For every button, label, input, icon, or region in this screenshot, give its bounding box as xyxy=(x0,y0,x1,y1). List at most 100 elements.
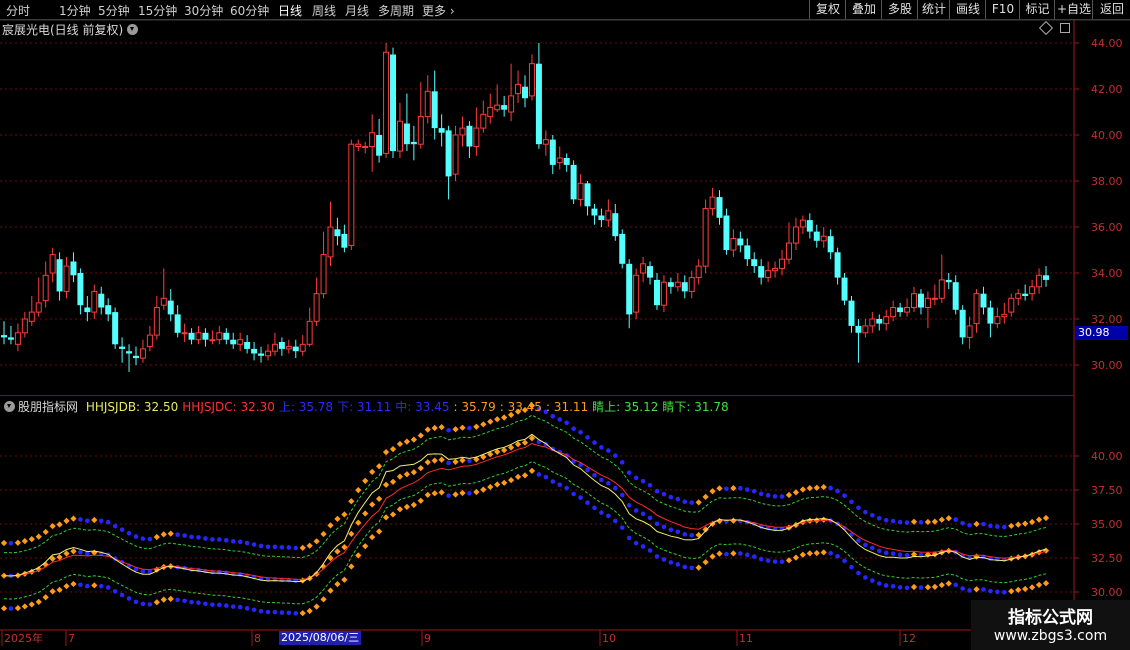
candle-body xyxy=(640,263,647,274)
candle-body xyxy=(827,236,834,253)
indicator-value: HHJSJDB: 32.50 xyxy=(85,400,179,414)
band-dot xyxy=(640,511,646,517)
candle-body xyxy=(237,339,244,345)
indicator-value: : 35.79 xyxy=(453,400,496,414)
band-dot xyxy=(557,482,563,488)
candle-body xyxy=(515,83,522,95)
band-dot xyxy=(78,549,83,555)
band-dot xyxy=(689,532,695,538)
band-dot xyxy=(494,481,501,488)
candle-body xyxy=(911,293,918,309)
band-dot xyxy=(765,558,771,563)
candle-body xyxy=(306,320,313,345)
candle-body xyxy=(952,282,959,310)
band-dot xyxy=(473,423,480,430)
candle-body xyxy=(917,293,924,308)
band-dot xyxy=(175,597,180,603)
band-dot xyxy=(119,592,125,598)
band-dot xyxy=(682,532,688,537)
band-dot xyxy=(751,488,757,494)
candle-body xyxy=(695,265,702,279)
candle-body xyxy=(876,319,883,324)
candle-body xyxy=(570,164,577,200)
band-dot xyxy=(654,521,660,527)
band-dot xyxy=(799,486,806,493)
indicator-dropdown-icon[interactable] xyxy=(4,401,15,412)
band-dot xyxy=(806,550,813,557)
band-dot xyxy=(452,426,459,433)
band-dot xyxy=(446,493,451,498)
band-dot xyxy=(738,485,743,491)
candle-body xyxy=(758,266,765,278)
x-tick-label: 12 xyxy=(902,632,916,645)
indicator-value: 上: 35.78 xyxy=(278,400,334,414)
band-dot xyxy=(904,552,910,558)
candle-body xyxy=(341,233,348,248)
band-dot xyxy=(480,486,487,493)
band-dot xyxy=(223,537,229,543)
band-dot xyxy=(521,472,529,479)
band-dot xyxy=(835,553,840,559)
band-dot xyxy=(1022,585,1029,593)
band-dot xyxy=(1015,521,1022,528)
candle-body xyxy=(473,127,480,148)
chart-canvas[interactable]: 44.00 42.00 40.00 38.00 36.00 34.00 32.00 30.00… xyxy=(0,0,1130,650)
band-dot xyxy=(849,499,854,505)
band-dot xyxy=(682,564,688,570)
band-dot xyxy=(995,589,1000,595)
candle-body xyxy=(209,339,216,342)
candle-body xyxy=(376,135,383,156)
candle-body xyxy=(63,265,70,292)
band-dot xyxy=(654,488,660,494)
indicator-value: 睛上: 35.12 xyxy=(592,400,659,414)
candle-body xyxy=(556,157,563,164)
candle-body xyxy=(1015,293,1022,299)
band-dot xyxy=(293,545,299,551)
candle-body xyxy=(501,105,508,110)
band-dot xyxy=(988,588,993,594)
band-dot xyxy=(382,514,390,521)
band-dot xyxy=(327,587,334,594)
candle-body xyxy=(744,245,751,260)
band-dot xyxy=(223,603,229,608)
band-dot xyxy=(189,534,194,540)
band-dot xyxy=(967,588,972,593)
band-dot xyxy=(153,533,160,541)
candle-body xyxy=(966,325,973,338)
candle-body xyxy=(139,348,146,359)
candle-body xyxy=(77,273,84,306)
band-dot xyxy=(467,491,472,496)
candle-body xyxy=(452,134,459,175)
candle-body xyxy=(445,130,452,177)
candle-body xyxy=(528,63,535,97)
band-dot xyxy=(890,583,896,589)
band-dot xyxy=(265,544,271,550)
candle-body xyxy=(605,210,612,221)
band-dot xyxy=(578,429,583,435)
band-dot xyxy=(63,583,70,590)
band-dot xyxy=(1008,522,1015,530)
band-dot xyxy=(369,534,376,541)
band-dot xyxy=(870,578,875,583)
band-dot xyxy=(856,538,861,543)
band-dot xyxy=(487,483,494,491)
band-dot xyxy=(424,459,431,466)
band-dot xyxy=(431,457,438,464)
band-dot xyxy=(702,559,709,566)
candle-body xyxy=(945,279,952,283)
band-dot xyxy=(689,565,695,571)
band-dot xyxy=(606,513,611,519)
band-dot xyxy=(306,542,313,549)
x-tick-label: 2025年 xyxy=(4,631,43,645)
candle-body xyxy=(334,229,341,237)
band-dot xyxy=(695,531,702,539)
band-dot xyxy=(619,460,625,465)
band-dot xyxy=(792,489,800,496)
band-dot xyxy=(244,606,250,611)
candle-body xyxy=(459,127,466,136)
band-dot xyxy=(167,595,174,602)
band-dot xyxy=(369,501,376,508)
band-dot xyxy=(626,470,632,475)
candle-body xyxy=(508,95,515,113)
band-dot xyxy=(661,491,667,497)
